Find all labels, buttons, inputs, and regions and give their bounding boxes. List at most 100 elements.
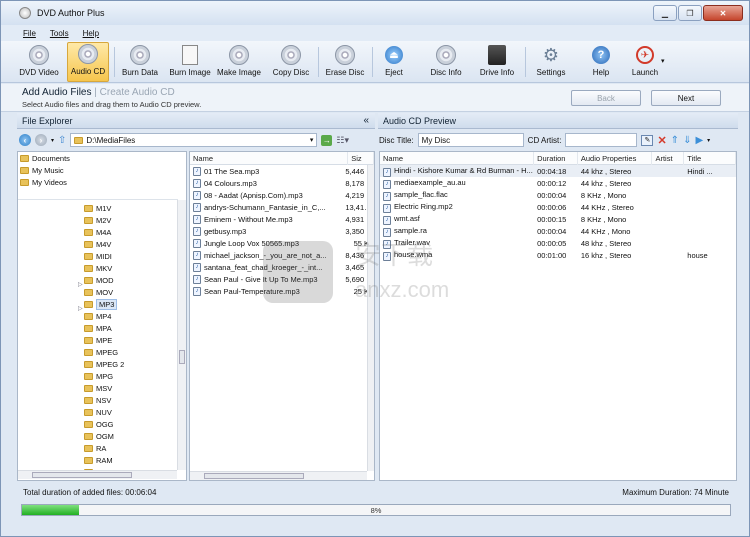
audio-cd-button[interactable]: Audio CD xyxy=(67,42,109,82)
tree-vertical-scrollbar[interactable] xyxy=(177,200,186,470)
track-row[interactable]: ♪ wmt.asf 00:00:15 8 KHz , Mono xyxy=(380,213,736,225)
col-audio-properties[interactable]: Audio Properties xyxy=(578,152,653,165)
maximize-button[interactable]: ❐ xyxy=(678,5,702,21)
move-up-icon[interactable]: ⇑ xyxy=(671,135,679,146)
col-track-name[interactable]: Name xyxy=(380,152,535,165)
move-down-icon[interactable]: ⇓ xyxy=(683,135,691,146)
tree-folder-item[interactable]: NSV xyxy=(84,394,174,406)
view-options-icon[interactable]: ☷▾ xyxy=(336,135,349,146)
tree-folder-item[interactable]: MPEG 2 xyxy=(84,358,174,370)
tree-folder-item[interactable]: MKV xyxy=(84,262,174,274)
go-icon[interactable]: → xyxy=(321,134,333,146)
col-duration[interactable]: Duration xyxy=(534,152,578,165)
minimize-button[interactable]: ▁ xyxy=(653,5,677,21)
track-row[interactable]: ♪ mediaexample_au.au 00:00:12 44 khz , Ster… xyxy=(380,177,736,189)
file-list-vertical-scrollbar[interactable] xyxy=(367,165,374,471)
erase-disc-button[interactable]: Erase Disc xyxy=(323,42,367,82)
burn-image-button[interactable]: Burn Image xyxy=(167,42,213,82)
tree-folder-item[interactable]: MPEG xyxy=(84,346,174,358)
tree-folder-item[interactable]: MP4 xyxy=(84,310,174,322)
tree-folder-item[interactable]: MIDI xyxy=(84,250,174,262)
track-row[interactable]: ♪ Electric Ring.mp2 00:00:06 44 KHz , Stere… xyxy=(380,201,736,213)
back-button[interactable]: Back xyxy=(571,90,641,106)
scroll-thumb[interactable] xyxy=(32,472,132,478)
file-row[interactable]: ♪ michael_jackson_-_you_are_not_a... 8,436… xyxy=(190,249,374,261)
file-row[interactable]: ♪ Sean Paul-Temperature.mp3 25 KB xyxy=(190,285,374,297)
file-row[interactable]: ♪ Sean Paul - Give It Up To Me.mp3 5,690 K… xyxy=(190,273,374,285)
launch-button[interactable]: ✈ Launch xyxy=(627,42,663,82)
col-name[interactable]: Name xyxy=(190,152,349,165)
edit-info-icon[interactable]: ✎ xyxy=(641,134,654,146)
col-title[interactable]: Title xyxy=(684,152,736,165)
wizard-subtitle: Select Audio files and drag them to Audi… xyxy=(22,100,202,109)
settings-button[interactable]: ⚙ Settings xyxy=(533,42,569,82)
remove-track-icon[interactable]: ✕ xyxy=(657,134,666,147)
path-dropdown-icon[interactable]: ▾ xyxy=(310,136,314,144)
file-row[interactable]: ♪ santana_feat_chad_kroeger_-_int... 3,465… xyxy=(190,261,374,273)
tree-folder-item[interactable]: MOV xyxy=(84,286,174,298)
dvd-video-button[interactable]: DVD Video xyxy=(17,42,61,82)
tree-folder-item[interactable]: MPG xyxy=(84,370,174,382)
file-row[interactable]: ♪ andrys-Schumann_Fantasie_in_C,... 13,417… xyxy=(190,201,374,213)
file-list-horizontal-scrollbar[interactable] xyxy=(190,471,367,480)
menu-file[interactable]: File xyxy=(23,29,36,38)
up-folder-icon[interactable]: ⇧ xyxy=(58,135,66,146)
track-row[interactable]: ♪ Trailer.wav 00:00:05 48 khz , Stereo xyxy=(380,237,736,249)
file-row[interactable]: ♪ 08 - Aadat (Apnisp.Com).mp3 4,219 KB xyxy=(190,189,374,201)
tree-folder-item[interactable]: MPE xyxy=(84,334,174,346)
help-button[interactable]: ? Help xyxy=(587,42,615,82)
tree-folder-item[interactable]: M2V xyxy=(84,214,174,226)
file-row[interactable]: ♪ 01 The Sea.mp3 5,446 KB xyxy=(190,165,374,177)
file-row[interactable]: ♪ Jungle Loop Vox 50565.mp3 55 KB xyxy=(190,237,374,249)
expand-arrow-icon[interactable]: ▷ xyxy=(78,305,83,312)
close-button[interactable]: ✕ xyxy=(703,5,743,21)
back-nav-icon[interactable]: ‹ xyxy=(19,134,31,146)
scroll-thumb[interactable] xyxy=(179,350,185,364)
tree-folder-item[interactable]: RA xyxy=(84,442,174,454)
tree-item-my-videos[interactable]: My Videos xyxy=(20,176,180,188)
next-button[interactable]: Next xyxy=(651,90,721,106)
col-artist[interactable]: Artist xyxy=(652,152,685,165)
menu-tools[interactable]: Tools xyxy=(50,29,69,38)
file-row[interactable]: ♪ getbusy.mp3 3,350 KB xyxy=(190,225,374,237)
file-row[interactable]: ♪ Eminem - Without Me.mp3 4,931 KB xyxy=(190,213,374,225)
track-row[interactable]: ♪ Hindi - Kishore Kumar & Rd Burman - H..… xyxy=(380,165,736,177)
col-size[interactable]: Siz xyxy=(348,152,374,165)
menu-help[interactable]: Help xyxy=(83,29,99,38)
tree-folder-item[interactable]: OGM xyxy=(84,430,174,442)
forward-nav-icon[interactable]: › xyxy=(35,134,47,146)
tree-item-my-music[interactable]: My Music xyxy=(20,164,180,176)
tree-folder-item[interactable]: MP3 xyxy=(84,298,174,310)
expand-arrow-icon[interactable]: ▷ xyxy=(78,281,83,288)
scroll-thumb[interactable] xyxy=(204,473,304,479)
tree-folder-item[interactable]: MPA xyxy=(84,322,174,334)
cd-artist-input[interactable] xyxy=(565,133,638,147)
path-combobox[interactable]: D:\MediaFiles ▾ xyxy=(70,133,318,147)
launch-dropdown-icon[interactable]: ▾ xyxy=(661,57,665,65)
eject-button[interactable]: ⏏ Eject xyxy=(379,42,409,82)
make-image-button[interactable]: Make Image xyxy=(216,42,262,82)
burn-data-button[interactable]: Burn Data xyxy=(119,42,161,82)
tree-horizontal-scrollbar[interactable] xyxy=(18,470,177,479)
drive-info-button[interactable]: Drive Info xyxy=(477,42,517,82)
tree-folder-item[interactable]: M1V xyxy=(84,202,174,214)
tree-folder-item[interactable]: NUV xyxy=(84,406,174,418)
track-row[interactable]: ♪ house.wma 00:01:00 16 khz , Stereo house xyxy=(380,249,736,261)
play-dropdown-icon[interactable]: ▾ xyxy=(707,137,710,144)
tree-folder-item[interactable]: MSV xyxy=(84,382,174,394)
tree-folder-item[interactable]: M4A xyxy=(84,226,174,238)
track-row[interactable]: ♪ sample_flac.flac 00:00:04 8 KHz , Mono xyxy=(380,189,736,201)
collapse-pane-button[interactable]: « xyxy=(363,115,369,126)
play-icon[interactable]: ▶ xyxy=(695,135,703,146)
tree-folder-item[interactable]: M4V xyxy=(84,238,174,250)
track-row[interactable]: ♪ sample.ra 00:00:04 44 KHz , Mono xyxy=(380,225,736,237)
tree-folder-item[interactable]: MOD xyxy=(84,274,174,286)
disc-info-button[interactable]: Disc Info xyxy=(426,42,466,82)
file-row[interactable]: ♪ 04 Colours.mp3 8,178 KB xyxy=(190,177,374,189)
copy-disc-button[interactable]: Copy Disc xyxy=(269,42,313,82)
disc-title-input[interactable]: My Disc xyxy=(417,133,524,147)
tree-item-documents[interactable]: Documents xyxy=(20,152,180,164)
history-dropdown-icon[interactable]: ▾ xyxy=(51,137,54,144)
tree-folder-item[interactable]: OGG xyxy=(84,418,174,430)
tree-folder-item[interactable]: RAM xyxy=(84,454,174,466)
